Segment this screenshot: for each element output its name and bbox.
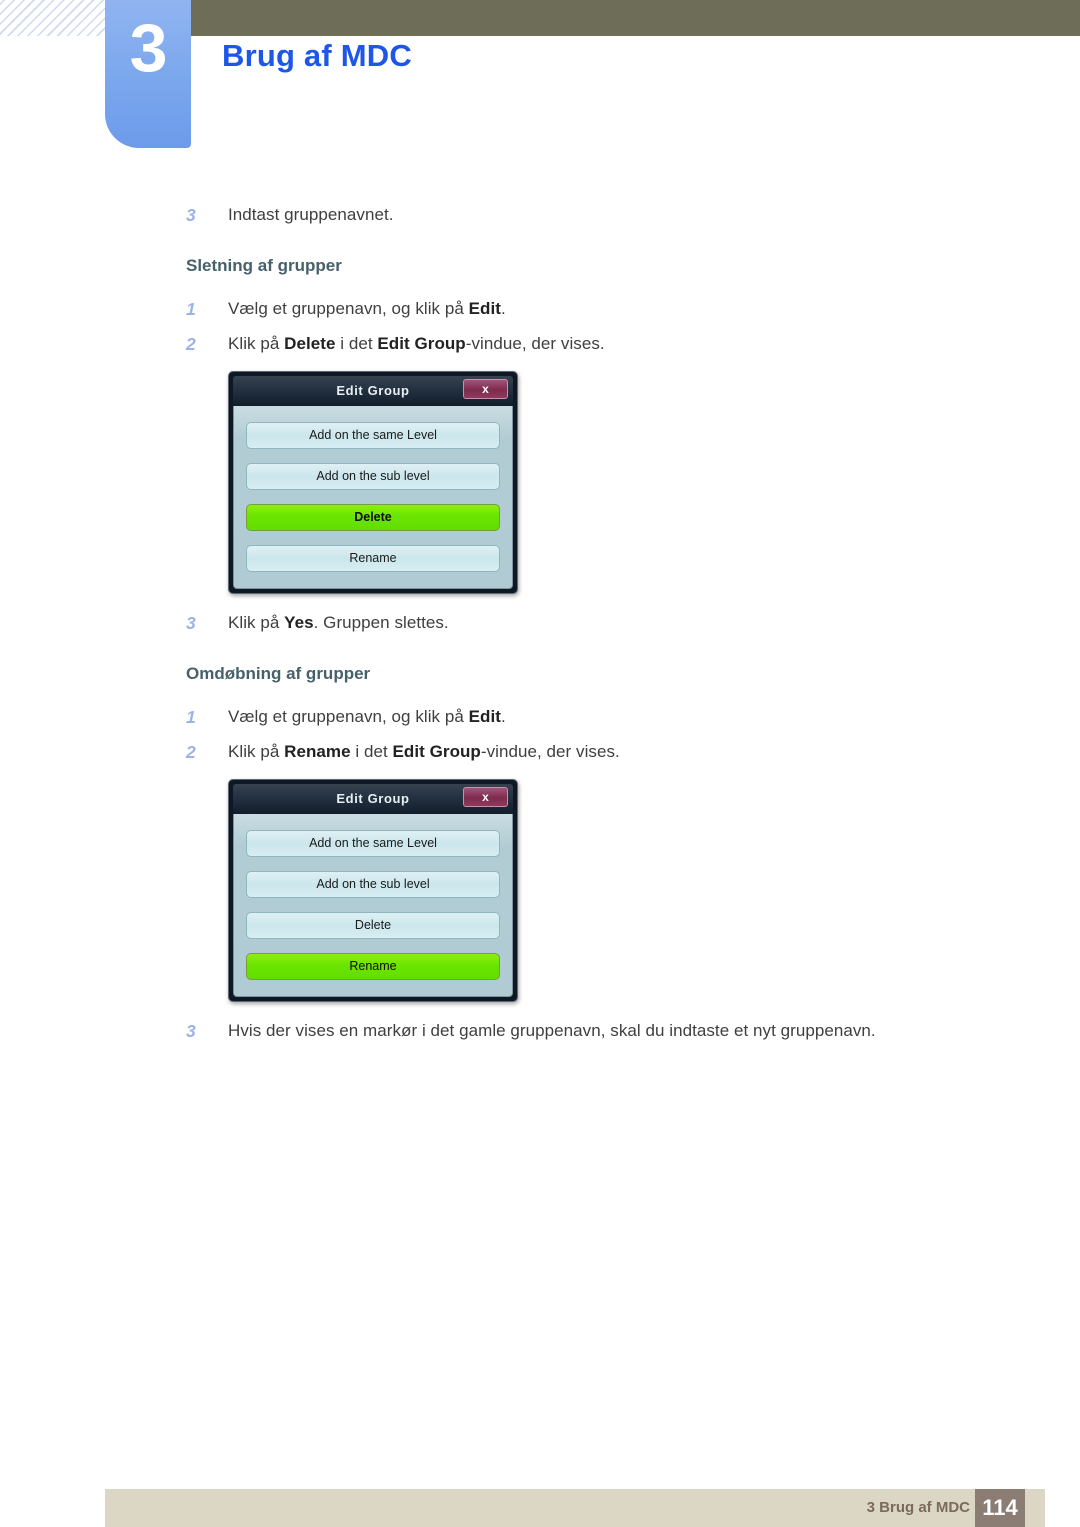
step-text: Klik på Delete i det Edit Group-vindue, … — [228, 334, 605, 353]
instruction-step: 3 Klik på Yes. Gruppen slettes. — [0, 608, 1080, 638]
step-number: 3 — [186, 1021, 196, 1041]
dialog-button-add-on-the-sub-level[interactable]: Add on the sub level — [246, 463, 500, 490]
chapter-tab: 3 — [105, 0, 191, 148]
dialog-button-delete[interactable]: Delete — [246, 912, 500, 939]
step-text: Indtast gruppenavnet. — [228, 205, 394, 224]
document-content: 3 Indtast gruppenavnet. Sletning af gruppe… — [0, 200, 1080, 1051]
footer-bar: 3 Brug af MDC 114 — [105, 1489, 1045, 1527]
instruction-step: 2 Klik på Rename i det Edit Group-vindue,… — [0, 737, 1080, 767]
dialog-button-rename[interactable]: Rename — [246, 545, 500, 572]
step-number: 2 — [186, 742, 196, 762]
header-olive-bar — [190, 0, 1080, 36]
dialog-screenshot-wrapper: Edit Group x Add on the same Level Add on t… — [0, 779, 1080, 1002]
instruction-step: 1 Vælg et gruppenavn, og klik på Edit. — [0, 294, 1080, 324]
step-number: 3 — [186, 613, 196, 633]
instruction-step: 2 Klik på Delete i det Edit Group-vindue,… — [0, 329, 1080, 359]
dialog-button-delete[interactable]: Delete — [246, 504, 500, 531]
dialog-button-rename[interactable]: Rename — [246, 953, 500, 980]
dialog-body: Add on the same Level Add on the sub leve… — [233, 406, 513, 589]
dialog-screenshot-wrapper: Edit Group x Add on the same Level Add on t… — [0, 371, 1080, 594]
close-icon[interactable]: x — [463, 379, 508, 399]
step-number: 2 — [186, 334, 196, 354]
dialog-button-add-on-the-sub-level[interactable]: Add on the sub level — [246, 871, 500, 898]
step-text: Klik på Yes. Gruppen slettes. — [228, 613, 449, 632]
edit-group-dialog: Edit Group x Add on the same Level Add on t… — [228, 371, 518, 594]
footer-page-number: 114 — [975, 1489, 1025, 1527]
decorative-hatch-pattern — [0, 0, 108, 36]
instruction-step: 3 Indtast gruppenavnet. — [0, 200, 1080, 230]
step-text: Vælg et gruppenavn, og klik på Edit. — [228, 707, 506, 726]
page-title: Brug af MDC — [222, 38, 412, 73]
dialog-button-add-on-the-same-level[interactable]: Add on the same Level — [246, 830, 500, 857]
dialog-titlebar: Edit Group x — [233, 376, 513, 406]
instruction-step: 3 Hvis der vises en markør i det gamle gr… — [0, 1016, 1080, 1046]
instruction-step: 1 Vælg et gruppenavn, og klik på Edit. — [0, 702, 1080, 732]
step-number: 3 — [186, 205, 196, 225]
dialog-titlebar: Edit Group x — [233, 784, 513, 814]
section-heading: Omdøbning af grupper — [186, 664, 371, 683]
chapter-number: 3 — [129, 10, 168, 86]
step-number: 1 — [186, 299, 196, 319]
dialog-body: Add on the same Level Add on the sub leve… — [233, 814, 513, 997]
step-text: Vælg et gruppenavn, og klik på Edit. — [228, 299, 506, 318]
edit-group-dialog: Edit Group x Add on the same Level Add on t… — [228, 779, 518, 1002]
dialog-button-add-on-the-same-level[interactable]: Add on the same Level — [246, 422, 500, 449]
close-icon[interactable]: x — [463, 787, 508, 807]
step-number: 1 — [186, 707, 196, 727]
footer-chapter-label: 3 Brug af MDC — [866, 1499, 970, 1516]
section-heading: Sletning af grupper — [186, 256, 342, 275]
step-text: Klik på Rename i det Edit Group-vindue, … — [228, 742, 620, 761]
step-text: Hvis der vises en markør i det gamle gru… — [228, 1021, 876, 1040]
